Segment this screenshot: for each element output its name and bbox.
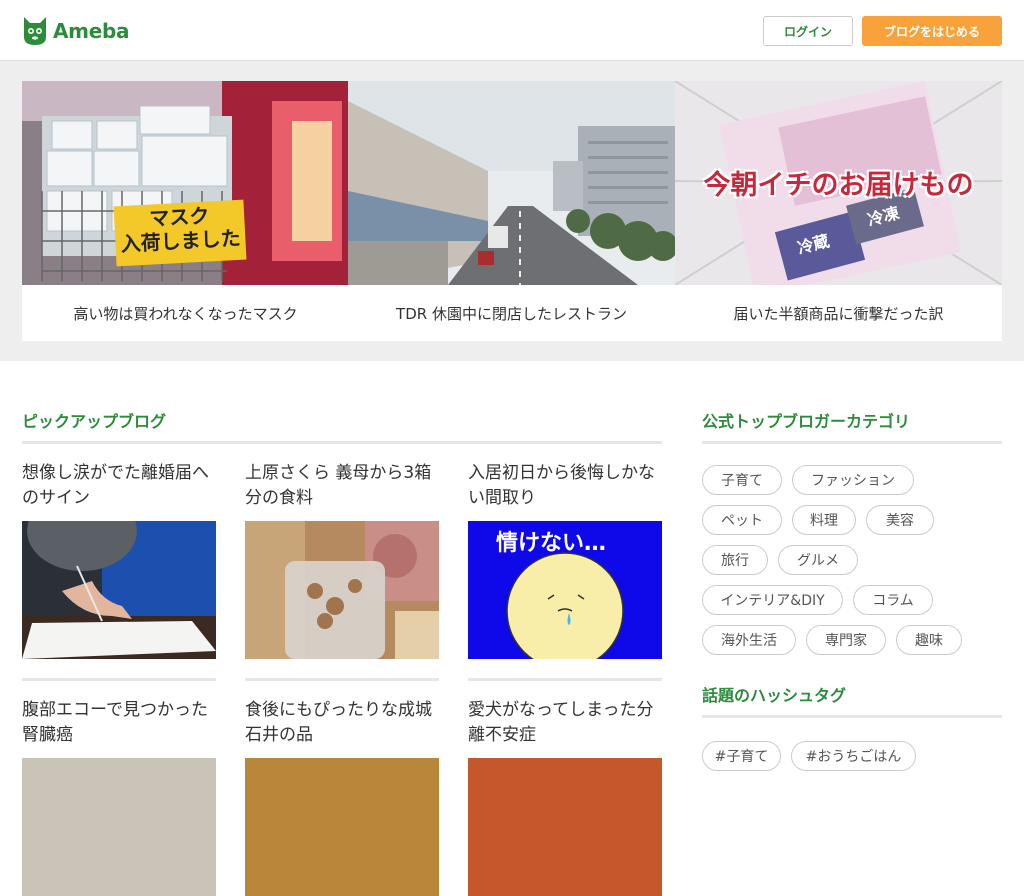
blog-title: 愛犬がなってしまった分離不安症 xyxy=(468,700,654,745)
hero-caption: 届いた半額商品に衝撃だった訳 xyxy=(733,304,944,323)
ameba-mascot-icon xyxy=(24,17,46,45)
pickup-section-title: ピックアップブログ xyxy=(22,412,167,431)
hashtag-pill[interactable]: #子育て xyxy=(702,741,781,771)
hero-image-mask: マスク 入荷しました xyxy=(22,81,349,285)
category-section-title: 公式トップブロガーカテゴリ xyxy=(702,412,911,431)
category-pill[interactable]: インテリア&DIY xyxy=(702,585,843,615)
category-pill[interactable]: 趣味 xyxy=(896,625,962,655)
logo-text: Ameba xyxy=(53,19,130,43)
site-header: Ameba ログイン ブログをはじめる xyxy=(0,0,1024,61)
category-pill[interactable]: 子育て xyxy=(702,465,782,495)
category-pill[interactable]: 料理 xyxy=(792,505,856,535)
blog-title: 食後にもぴったりな成城石井の品 xyxy=(245,700,432,745)
blog-title: 上原さくら 義母から3箱分の食料 xyxy=(245,463,432,508)
ameba-logo[interactable]: Ameba xyxy=(22,15,130,47)
blog-card[interactable]: 食後にもぴったりな成城石井の品 xyxy=(245,698,439,896)
blog-card[interactable]: 入居初日から後悔しかない間取り 情けない… xyxy=(468,461,662,659)
blog-card[interactable]: 腹部エコーで見つかった腎臓癌 xyxy=(22,698,216,896)
category-pill[interactable]: グルメ xyxy=(778,545,858,575)
hero-caption: 高い物は買われなくなったマスク xyxy=(73,304,298,323)
hero-section: マスク 入荷しました 高い物は買われなくなったマスク TDR 休園中に閉店したレ… xyxy=(0,61,1024,361)
blog-title: 入居初日から後悔しかない間取り xyxy=(468,463,655,508)
blog-thumbnail xyxy=(245,521,439,659)
blog-thumbnail: 情けない… xyxy=(468,521,662,659)
hero-image-street xyxy=(348,81,675,285)
blog-thumbnail xyxy=(468,758,662,896)
category-pill[interactable]: 旅行 xyxy=(702,545,768,575)
blog-title: 想像し涙がでた離婚届へのサイン xyxy=(22,463,209,508)
category-pill[interactable]: ファッション xyxy=(792,465,914,495)
blog-card[interactable]: 愛犬がなってしまった分離不安症 xyxy=(468,698,662,896)
blog-divider xyxy=(245,678,439,681)
pickup-divider xyxy=(22,441,662,444)
blog-title: 腹部エコーで見つかった腎臓癌 xyxy=(22,700,208,745)
blog-divider xyxy=(22,678,216,681)
blog-thumbnail xyxy=(245,758,439,896)
hero-card-delivery[interactable]: 今朝イチのお届けもの 冷蔵 冷凍 届いた半額商品に衝撃だった訳 xyxy=(675,81,1002,341)
hero-caption: TDR 休園中に閉店したレストラン xyxy=(396,304,627,323)
hero-overlay-text: 今朝イチのお届けもの xyxy=(703,170,974,201)
blog-thumbnail xyxy=(22,758,216,896)
blog-image-text: 情けない… xyxy=(496,531,607,556)
hashtag-divider xyxy=(702,715,1002,718)
login-button[interactable]: ログイン xyxy=(763,16,853,46)
blog-divider xyxy=(468,678,662,681)
category-pill[interactable]: コラム xyxy=(853,585,933,615)
hashtag-section-title: 話題のハッシュタグ xyxy=(702,686,847,705)
hashtag-pill[interactable]: #おうちごはん xyxy=(791,741,916,771)
start-blog-button[interactable]: ブログをはじめる xyxy=(862,16,1002,46)
category-pill[interactable]: 美容 xyxy=(866,505,934,535)
hero-card-tdr[interactable]: TDR 休園中に閉店したレストラン xyxy=(348,81,675,341)
hero-image-delivery: 今朝イチのお届けもの 冷蔵 冷凍 xyxy=(675,81,1002,285)
blog-card[interactable]: 上原さくら 義母から3箱分の食料 xyxy=(245,461,439,659)
hero-card-mask[interactable]: マスク 入荷しました 高い物は買われなくなったマスク xyxy=(22,81,349,341)
category-pill[interactable]: ペット xyxy=(702,505,782,535)
category-divider xyxy=(702,441,1002,444)
blog-card[interactable]: 想像し涙がでた離婚届へのサイン xyxy=(22,461,216,659)
category-pill[interactable]: 海外生活 xyxy=(702,625,796,655)
blog-thumbnail xyxy=(22,521,216,659)
category-pill[interactable]: 専門家 xyxy=(806,625,886,655)
